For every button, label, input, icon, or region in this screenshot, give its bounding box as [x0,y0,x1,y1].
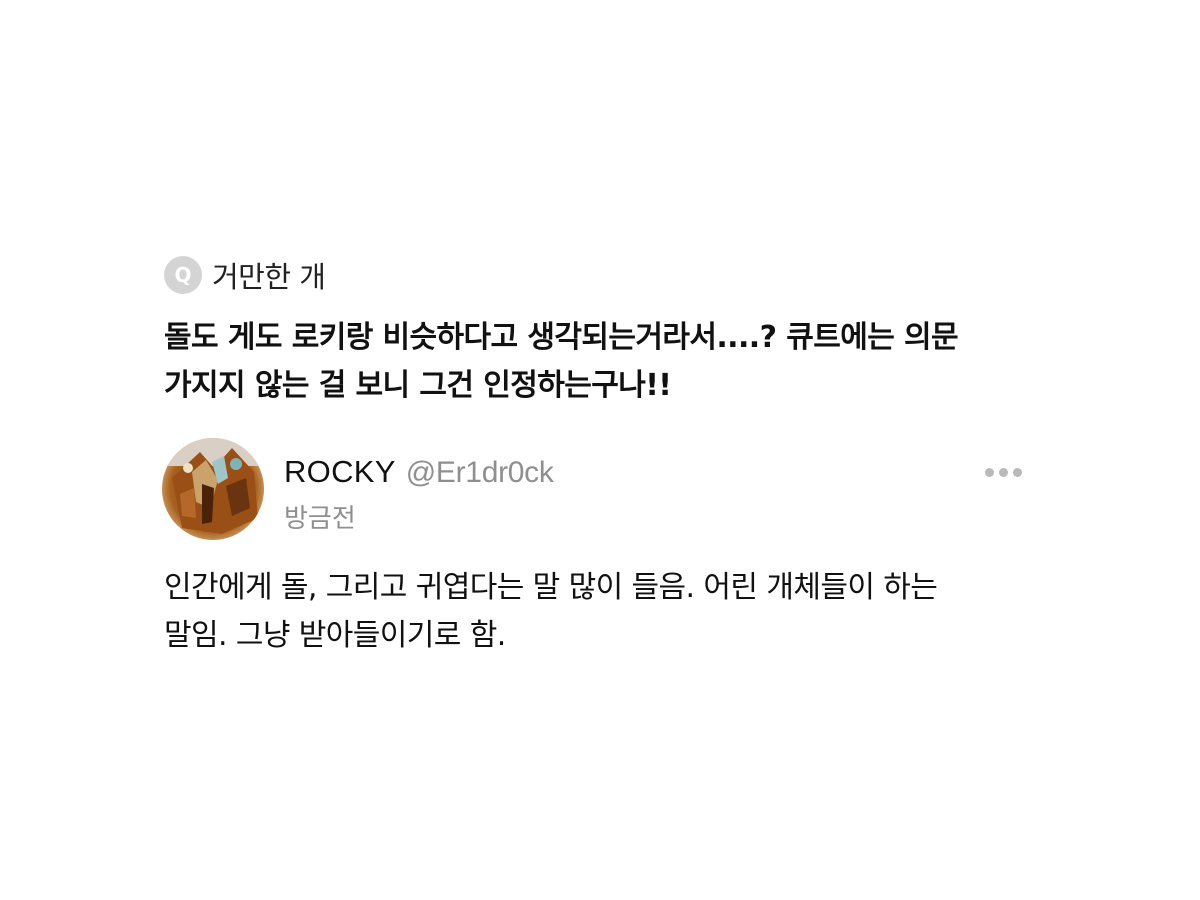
question-header: Q 거만한 개 [164,254,326,296]
question-badge-icon: Q [164,256,202,294]
qa-card: Q 거만한 개 돌도 게도 로키랑 비슷하다고 생각되는거라서....? 큐트에… [0,0,1200,900]
answer-line: 말임. 그냥 받아들이기로 함. [164,618,506,653]
display-name[interactable]: ROCKY [284,454,396,490]
asker-name[interactable]: 거만한 개 [212,254,326,296]
more-options-icon[interactable] [981,464,1026,481]
answer-text: 인간에게 돌, 그리고 귀엽다는 말 많이 들음. 어린 개체들이 하는 말임.… [164,564,1044,660]
avatar[interactable] [162,438,264,540]
question-line: 가지지 않는 걸 보니 그건 인정하는구나!! [164,368,672,403]
timestamp: 방금전 [284,504,356,534]
answer-header: ROCKY @Er1dr0ck 방금전 [162,438,1032,542]
more-dot [985,468,994,477]
more-dot [1013,468,1022,477]
avatar-photo-icon [162,438,264,540]
answer-line: 인간에게 돌, 그리고 귀엽다는 말 많이 들음. 어린 개체들이 하는 [164,570,938,605]
user-handle[interactable]: @Er1dr0ck [406,456,554,490]
question-line: 돌도 게도 로키랑 비슷하다고 생각되는거라서....? 큐트에는 의문 [164,320,959,355]
profile-info: ROCKY @Er1dr0ck 방금전 [284,454,554,535]
more-dot [999,468,1008,477]
name-row: ROCKY @Er1dr0ck [284,454,554,490]
question-text: 돌도 게도 로키랑 비슷하다고 생각되는거라서....? 큐트에는 의문 가지지… [164,314,1044,410]
